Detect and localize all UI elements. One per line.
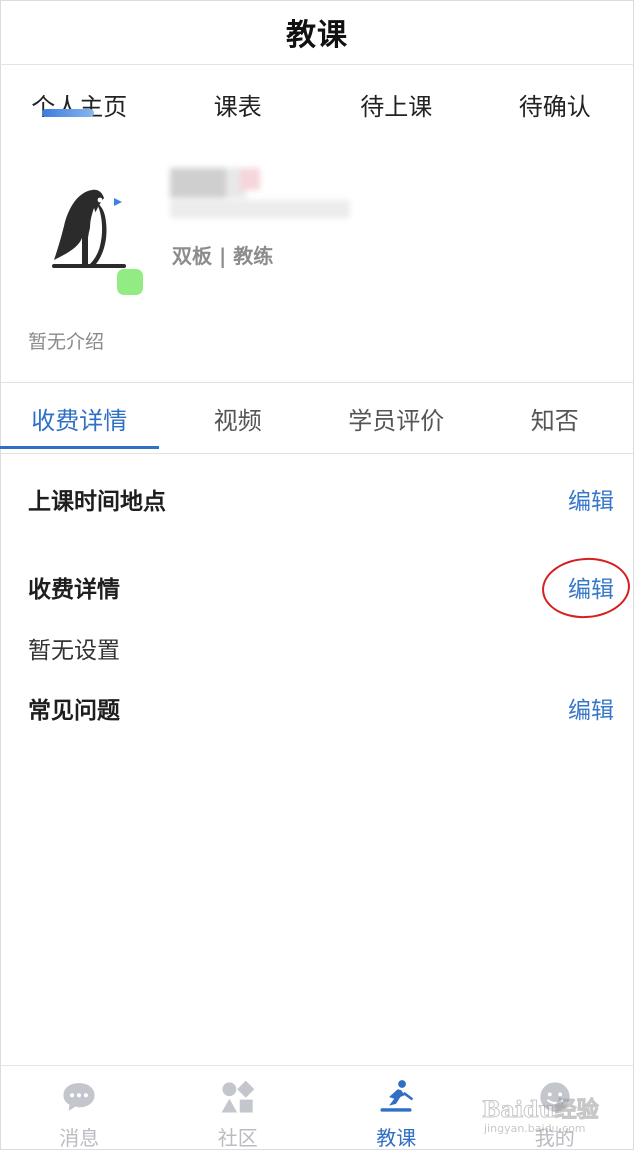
tab-fee-details-label: 收费详情 xyxy=(31,401,127,436)
shapes-icon xyxy=(216,1078,260,1116)
nav-teaching[interactable]: 教课 xyxy=(317,1066,476,1151)
edit-faq-button[interactable]: 编辑 xyxy=(568,691,614,725)
watermark-sub-text: jingyan.baidu.com xyxy=(484,1122,586,1135)
tab-videos-label: 视频 xyxy=(214,401,262,436)
nav-messages-label: 消息 xyxy=(59,1122,99,1151)
top-tab-bar: 个人主页 课表 待上课 待确认 xyxy=(0,66,634,142)
nav-teaching-label: 教课 xyxy=(376,1122,416,1151)
tab-schedule-label: 课表 xyxy=(214,87,262,122)
tab-zhifou[interactable]: 知否 xyxy=(476,383,634,453)
tab-student-reviews[interactable]: 学员评价 xyxy=(317,383,476,453)
tab-fee-details[interactable]: 收费详情 xyxy=(0,383,159,453)
skier-icon xyxy=(374,1078,418,1116)
tab-personal-home[interactable]: 个人主页 xyxy=(0,66,159,142)
baidu-watermark: Baidu经验 jingyan.baidu.com xyxy=(482,1092,612,1142)
page-title: 教课 xyxy=(286,10,348,54)
tab-pending-confirm-label: 待确认 xyxy=(519,87,591,122)
watermark-main-text: Baidu经验 xyxy=(482,1092,599,1124)
tab-upcoming[interactable]: 待上课 xyxy=(317,66,476,142)
tab-videos[interactable]: 视频 xyxy=(159,383,318,453)
profile-intro: 暂无介绍 xyxy=(28,327,104,354)
app-header: 教课 xyxy=(0,0,634,65)
nav-messages[interactable]: 消息 xyxy=(0,1066,159,1151)
chat-bubble-icon xyxy=(57,1078,101,1116)
nav-community-label: 社区 xyxy=(218,1122,258,1151)
schedule-location-title: 上课时间地点 xyxy=(28,482,166,516)
tab-zhifou-label: 知否 xyxy=(531,401,579,436)
active-tab-indicator xyxy=(42,109,94,117)
fees-empty-text: 暂无设置 xyxy=(28,631,120,665)
tab-student-reviews-label: 学员评价 xyxy=(348,401,444,436)
faq-title: 常见问题 xyxy=(28,691,120,725)
tab-schedule[interactable]: 课表 xyxy=(159,66,318,142)
coach-roles: 双板 | 教练 xyxy=(172,240,273,269)
tab-upcoming-label: 待上课 xyxy=(360,87,432,122)
section-tab-bar: 收费详情 视频 学员评价 知否 xyxy=(0,382,634,454)
blurred-username xyxy=(170,168,370,224)
nav-community[interactable]: 社区 xyxy=(159,1066,318,1151)
tab-pending-confirm[interactable]: 待确认 xyxy=(476,66,634,142)
fee-details-title: 收费详情 xyxy=(28,570,120,604)
edit-schedule-button[interactable]: 编辑 xyxy=(568,482,614,516)
online-status-indicator xyxy=(117,269,143,295)
